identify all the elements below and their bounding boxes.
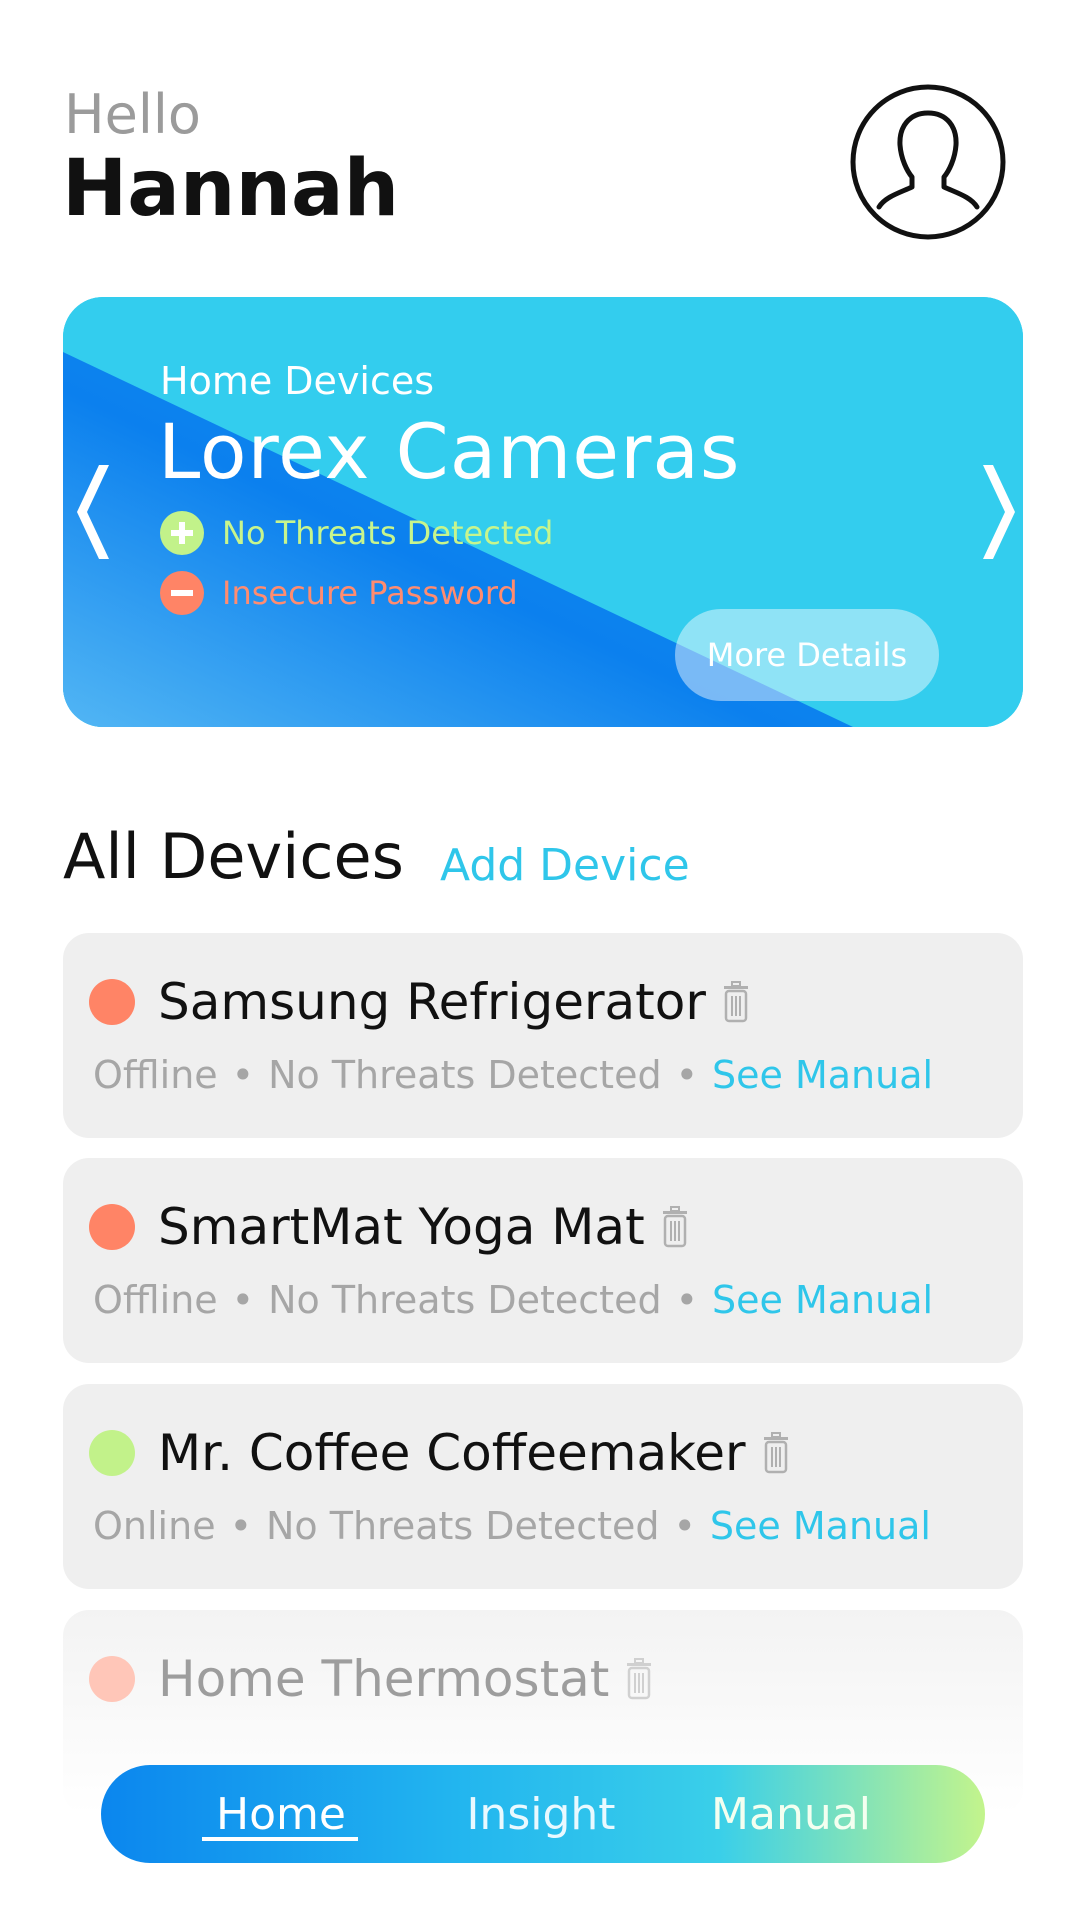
nav-manual[interactable]: Manual bbox=[701, 1765, 881, 1863]
status-dot bbox=[89, 1430, 135, 1476]
device-name: Samsung Refrigerator bbox=[158, 973, 752, 1031]
more-details-button[interactable]: More Details bbox=[675, 609, 939, 701]
device-name: Home Thermostat bbox=[158, 1650, 655, 1708]
minus-circle-icon bbox=[160, 571, 204, 615]
user-name: Hannah bbox=[62, 144, 400, 234]
greeting-text: Hello bbox=[64, 83, 201, 146]
device-name-label: Samsung Refrigerator bbox=[158, 973, 706, 1031]
see-manual-link[interactable]: See Manual bbox=[710, 1504, 931, 1548]
device-card[interactable]: Mr. Coffee Coffeemaker Online • No Threats… bbox=[63, 1384, 1023, 1589]
hero-subtitle: Home Devices bbox=[160, 359, 435, 403]
device-name-label: SmartMat Yoga Mat bbox=[158, 1198, 645, 1256]
separator: • bbox=[231, 1053, 255, 1097]
status-dot bbox=[89, 1656, 135, 1702]
user-avatar-icon[interactable] bbox=[849, 83, 1007, 241]
see-manual-link[interactable]: See Manual bbox=[712, 1278, 933, 1322]
status-label: Insecure Password bbox=[222, 574, 518, 612]
hero-title: Lorex Cameras bbox=[158, 407, 741, 496]
device-threat: No Threats Detected bbox=[268, 1053, 662, 1097]
status-insecure-password: Insecure Password bbox=[160, 571, 518, 615]
device-card[interactable]: Samsung Refrigerator Offline • No Threats … bbox=[63, 933, 1023, 1138]
device-name: Mr. Coffee Coffeemaker bbox=[158, 1424, 792, 1482]
nav-active-indicator bbox=[202, 1837, 358, 1841]
nav-insight[interactable]: Insight bbox=[451, 1765, 631, 1863]
status-no-threats: No Threats Detected bbox=[160, 511, 553, 555]
device-meta: Offline • No Threats Detected • See Manual bbox=[93, 1278, 933, 1322]
separator: • bbox=[675, 1053, 699, 1097]
see-manual-link[interactable]: See Manual bbox=[712, 1053, 933, 1097]
status-label: No Threats Detected bbox=[222, 514, 554, 552]
device-state: Offline bbox=[93, 1278, 218, 1322]
trash-icon[interactable] bbox=[623, 1657, 655, 1701]
device-name: SmartMat Yoga Mat bbox=[158, 1198, 691, 1256]
device-name-label: Mr. Coffee Coffeemaker bbox=[158, 1424, 746, 1482]
section-title: All Devices bbox=[63, 820, 404, 893]
trash-icon[interactable] bbox=[720, 980, 752, 1024]
device-threat: No Threats Detected bbox=[268, 1278, 662, 1322]
bottom-nav: Home Insight Manual bbox=[101, 1765, 985, 1863]
featured-device-card: Home Devices Lorex Cameras No Threats De… bbox=[63, 297, 1023, 727]
trash-icon[interactable] bbox=[659, 1205, 691, 1249]
separator: • bbox=[231, 1278, 255, 1322]
device-card[interactable]: SmartMat Yoga Mat Offline • No Threats Det… bbox=[63, 1158, 1023, 1363]
trash-icon[interactable] bbox=[760, 1431, 792, 1475]
status-dot bbox=[89, 979, 135, 1025]
chevron-right-icon[interactable] bbox=[969, 457, 1019, 567]
device-meta: Online • No Threats Detected • See Manual bbox=[93, 1504, 931, 1548]
plus-circle-icon bbox=[160, 511, 204, 555]
device-state: Offline bbox=[93, 1053, 218, 1097]
device-state: Online bbox=[93, 1504, 216, 1548]
device-meta: Offline • No Threats Detected • See Manual bbox=[93, 1053, 933, 1097]
nav-home[interactable]: Home bbox=[201, 1765, 361, 1863]
add-device-link[interactable]: Add Device bbox=[440, 844, 690, 888]
device-name-label: Home Thermostat bbox=[158, 1650, 610, 1708]
separator: • bbox=[673, 1504, 696, 1548]
status-dot bbox=[89, 1204, 135, 1250]
device-threat: No Threats Detected bbox=[266, 1504, 660, 1548]
separator: • bbox=[229, 1504, 252, 1548]
separator: • bbox=[675, 1278, 699, 1322]
chevron-left-icon[interactable] bbox=[73, 457, 123, 567]
